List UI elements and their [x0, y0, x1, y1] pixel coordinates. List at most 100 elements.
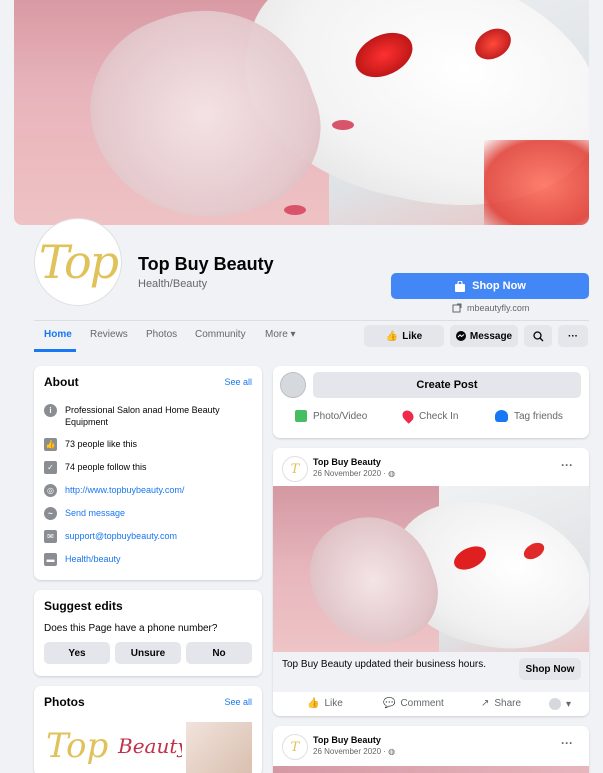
tag-friends-button[interactable]: Tag friends — [495, 410, 563, 422]
avatar — [280, 372, 306, 398]
email-link[interactable]: support@topbuybeauty.com — [65, 530, 177, 542]
photo-thumbnail[interactable] — [186, 722, 252, 773]
search-button[interactable] — [524, 325, 552, 347]
mail-icon: ✉ — [44, 530, 57, 543]
cover-light-graphic — [484, 140, 589, 225]
photo-thumb-logo: Top — [46, 726, 109, 766]
about-item: i Professional Salon anad Home Beauty Eq… — [44, 404, 254, 428]
tab-home[interactable]: Home — [44, 329, 72, 340]
post-like-label: Like — [324, 698, 343, 709]
about-item: ✉ support@topbuybeauty.com — [44, 530, 254, 543]
send-message-link[interactable]: Send message — [65, 507, 125, 519]
audience-selector[interactable]: ▾ — [549, 698, 571, 710]
about-item: ▬ Health/beauty — [44, 553, 254, 566]
like-page-button[interactable]: 👍 Like — [364, 325, 444, 347]
about-item: ~ Send message — [44, 507, 254, 520]
logo-text: Top — [38, 235, 119, 289]
people-icon — [495, 410, 508, 422]
about-item: ✓ 74 people follow this — [44, 461, 254, 474]
category-link[interactable]: Health/beauty — [65, 553, 121, 565]
follow-icon: ✓ — [44, 461, 57, 474]
messenger-icon — [455, 331, 466, 341]
share-icon: ↗ — [481, 698, 490, 709]
more-options-button[interactable]: ··· — [558, 325, 588, 347]
photos-title: Photos — [44, 695, 85, 709]
post-image[interactable] — [273, 766, 589, 773]
about-item: 👍 73 people like this — [44, 438, 254, 451]
post-caption: Top Buy Beauty updated their business ho… — [282, 659, 487, 670]
tag-friends-label: Tag friends — [514, 410, 563, 422]
photo-video-label: Photo/Video — [313, 410, 368, 422]
photos-see-all-link[interactable]: See all — [224, 697, 252, 707]
chevron-down-icon: ▾ — [566, 698, 572, 710]
about-item: ◎ http://www.topbuybeauty.com/ — [44, 484, 254, 497]
message-label: Message — [469, 330, 513, 342]
like-label: Like — [402, 330, 423, 342]
external-link-icon — [452, 303, 462, 313]
suggest-edits-card: Suggest edits Does this Page have a phon… — [34, 590, 262, 676]
check-in-button[interactable]: Check In — [400, 408, 459, 424]
suggest-question: Does this Page have a phone number? — [44, 623, 218, 634]
post-share-button[interactable]: ↗ Share — [481, 698, 521, 709]
post-author-avatar[interactable]: T — [282, 734, 308, 760]
post-share-label: Share — [494, 698, 522, 709]
tag-icon: ▬ — [44, 553, 57, 566]
photo-icon — [295, 410, 307, 422]
page-category: Health/Beauty — [138, 278, 208, 290]
post-like-button[interactable]: 👍 Like — [307, 698, 343, 709]
photo-thumbnail[interactable]: Top — [44, 722, 110, 773]
shop-now-button[interactable]: Shop Now — [391, 273, 589, 299]
about-likes: 73 people like this — [65, 439, 138, 449]
post-caption-bar: Top Buy Beauty updated their business ho… — [273, 652, 589, 692]
feed-post: T Top Buy Beauty 26 November 2020 · ◍ ··… — [273, 726, 589, 773]
unsure-button[interactable]: Unsure — [115, 642, 181, 664]
post-image[interactable] — [273, 486, 589, 652]
post-shop-now-button[interactable]: Shop Now — [519, 658, 581, 680]
no-button[interactable]: No — [186, 642, 252, 664]
yes-button[interactable]: Yes — [44, 642, 110, 664]
cover-photo[interactable] — [14, 0, 589, 225]
tab-more[interactable]: More ▾ — [265, 329, 296, 340]
about-followers: 74 people follow this — [65, 462, 147, 472]
active-tab-indicator — [34, 349, 76, 352]
post-author[interactable]: Top Buy Beauty — [313, 457, 381, 467]
more-dots-icon: ··· — [568, 330, 578, 342]
photo-thumbnail[interactable]: Beauty — [114, 722, 182, 773]
post-timestamp[interactable]: 26 November 2020 · ◍ — [313, 469, 395, 478]
tab-community[interactable]: Community — [195, 329, 246, 340]
post-actions: 👍 Like 💬 Comment ↗ Share ▾ — [273, 692, 589, 716]
thumbs-up-icon: 👍 — [307, 698, 320, 709]
post-options-button[interactable]: ··· — [561, 458, 573, 472]
cover-nail-graphic — [332, 120, 354, 130]
post-timestamp[interactable]: 26 November 2020 · ◍ — [313, 747, 395, 756]
location-pin-icon — [400, 408, 416, 424]
about-card: About See all i Professional Salon anad … — [34, 366, 262, 580]
suggest-edits-title: Suggest edits — [44, 599, 123, 613]
thumbs-up-icon: 👍 — [385, 330, 399, 342]
profile-picture[interactable]: Top — [34, 218, 122, 306]
thumbs-up-icon: 👍 — [44, 438, 57, 451]
page-nav: Home Reviews Photos Community More ▾ 👍 L… — [34, 320, 589, 352]
message-button[interactable]: Message — [450, 325, 518, 347]
tab-reviews[interactable]: Reviews — [90, 329, 128, 340]
website-link[interactable]: mbeautyfly.com — [452, 303, 529, 313]
shop-now-label: Shop Now — [472, 280, 526, 292]
globe-icon: ◎ — [44, 484, 57, 497]
create-post-card: Create Post Photo/Video Check In Tag fri… — [273, 366, 589, 438]
post-author[interactable]: Top Buy Beauty — [313, 735, 381, 745]
photo-thumb-logo: Beauty — [118, 734, 182, 758]
about-title: About — [44, 375, 79, 389]
info-icon: i — [44, 404, 57, 417]
about-see-all-link[interactable]: See all — [224, 377, 252, 387]
post-comment-button[interactable]: 💬 Comment — [383, 698, 444, 709]
photo-video-button[interactable]: Photo/Video — [295, 410, 367, 422]
website-url-link[interactable]: http://www.topbuybeauty.com/ — [65, 484, 184, 496]
globe-icon: ◍ — [388, 469, 396, 478]
tab-photos[interactable]: Photos — [146, 329, 177, 340]
post-options-button[interactable]: ··· — [561, 736, 573, 750]
globe-icon: ◍ — [388, 747, 396, 756]
create-post-button[interactable]: Create Post — [313, 372, 581, 398]
post-date: 26 November 2020 · — [313, 469, 389, 478]
post-author-avatar[interactable]: T — [282, 456, 308, 482]
check-in-label: Check In — [419, 410, 459, 422]
